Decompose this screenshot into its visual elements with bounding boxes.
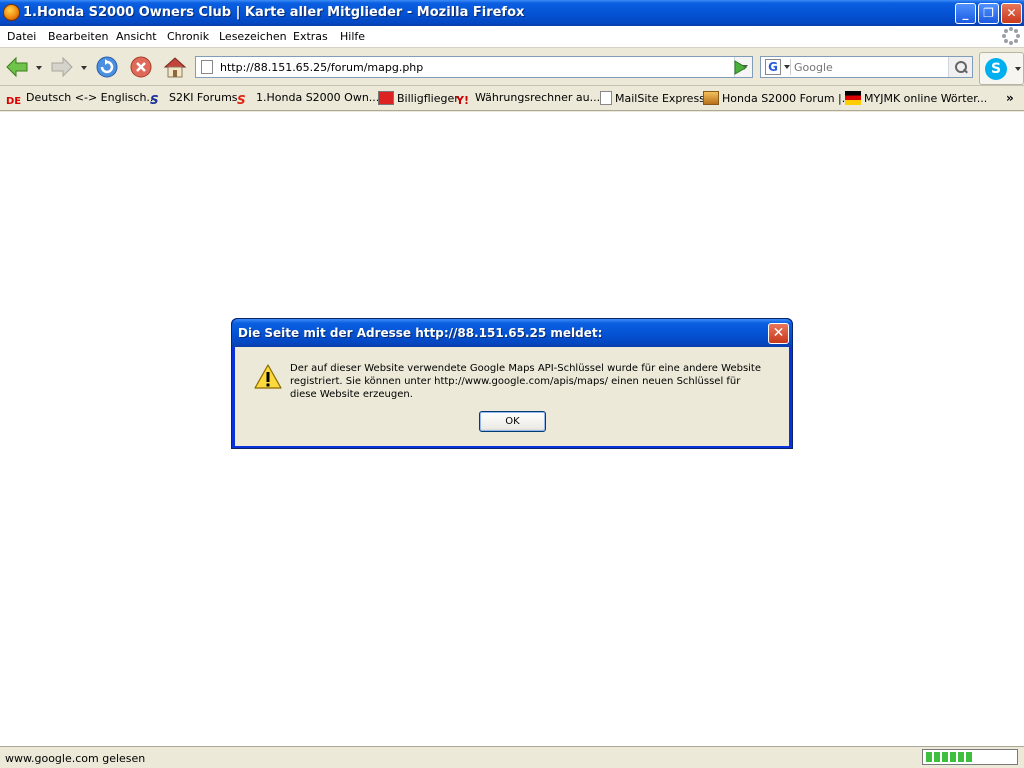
menu-ansicht[interactable]: Ansicht — [116, 30, 157, 43]
alert-dialog: Die Seite mit der Adresse http://88.151.… — [231, 318, 793, 449]
status-text: www.google.com gelesen — [5, 752, 146, 765]
go-icon[interactable] — [730, 58, 750, 77]
bookmark-item[interactable]: Y! Währungsrechner au... — [456, 91, 600, 107]
bookmarks-overflow-button[interactable]: » — [1006, 91, 1014, 105]
reload-icon[interactable] — [95, 55, 119, 79]
page-favicon-icon — [201, 60, 213, 74]
progress-segment — [950, 752, 956, 762]
menu-bearbeiten[interactable]: Bearbeiten — [48, 30, 108, 43]
progress-segment — [926, 752, 932, 762]
skype-toolbar-button[interactable]: S — [979, 52, 1024, 85]
billigflieger-icon — [378, 91, 394, 105]
menu-extras[interactable]: Extras — [293, 30, 328, 43]
bookmarks-toolbar: DE Deutsch <-> Englisch... S S2KI Forums S… — [0, 86, 1024, 111]
search-bar: G — [760, 56, 973, 78]
search-engine-selector[interactable]: G — [763, 59, 791, 75]
progress-segment — [942, 752, 948, 762]
progress-segment — [966, 752, 972, 762]
s2ki-logo-icon: S — [150, 93, 159, 107]
close-window-button[interactable]: ✕ — [1001, 3, 1022, 24]
throbber-icon — [1002, 27, 1020, 45]
search-input[interactable] — [794, 59, 946, 75]
bookmark-item[interactable]: MYJMK online Wörter... — [845, 91, 987, 107]
window-title: 1.Honda S2000 Owners Club | Karte aller … — [23, 5, 525, 20]
skype-icon: S — [985, 58, 1007, 80]
s2000-logo-icon: S — [237, 93, 246, 107]
dialog-body: Der auf dieser Website verwendete Google… — [235, 347, 789, 446]
back-history-dropdown-icon[interactable] — [36, 66, 42, 70]
bookmark-item[interactable]: DE Deutsch <-> Englisch... — [6, 91, 157, 107]
menu-chronik[interactable]: Chronik — [167, 30, 209, 43]
home-icon[interactable] — [163, 55, 187, 79]
window-titlebar: 1.Honda S2000 Owners Club | Karte aller … — [0, 0, 1024, 26]
status-bar: www.google.com gelesen — [0, 746, 1024, 768]
search-icon[interactable] — [948, 57, 972, 77]
url-text[interactable]: http://88.151.65.25/forum/mapg.php — [220, 61, 423, 74]
progress-segment — [958, 752, 964, 762]
bookmark-item[interactable]: Honda S2000 Forum |... — [703, 91, 852, 107]
menu-lesezeichen[interactable]: Lesezeichen — [219, 30, 287, 43]
chevron-down-icon — [1015, 67, 1021, 71]
dialog-title: Die Seite mit der Adresse http://88.151.… — [238, 326, 603, 340]
bookmark-item[interactable]: MailSite Express — [600, 91, 705, 107]
bookmark-item[interactable]: S 1.Honda S2000 Own... — [237, 91, 379, 107]
back-icon[interactable] — [5, 55, 29, 79]
menu-datei[interactable]: Datei — [7, 30, 36, 43]
address-bar[interactable]: http://88.151.65.25/forum/mapg.php — [195, 56, 753, 78]
de-flag-icon: DE — [6, 96, 22, 107]
progress-segment — [934, 752, 940, 762]
honda-forum-icon — [703, 91, 719, 105]
german-flag-icon — [845, 91, 861, 105]
firefox-icon — [3, 4, 20, 21]
bookmark-item[interactable]: S S2KI Forums — [150, 91, 238, 107]
progress-bar — [922, 749, 1018, 765]
menu-bar: Datei Bearbeiten Ansicht Chronik Lesezei… — [0, 26, 1024, 48]
menu-hilfe[interactable]: Hilfe — [340, 30, 365, 43]
minimize-button[interactable]: _ — [955, 3, 976, 24]
forward-icon[interactable] — [50, 55, 74, 79]
ok-button[interactable]: OK — [479, 411, 546, 432]
stop-icon[interactable] — [129, 55, 153, 79]
dialog-close-button[interactable]: ✕ — [768, 323, 789, 344]
chevron-down-icon — [784, 65, 790, 69]
bookmark-item[interactable]: Billigflieger — [378, 91, 459, 107]
google-icon: G — [765, 59, 781, 75]
dialog-titlebar: Die Seite mit der Adresse http://88.151.… — [232, 319, 792, 347]
page-icon — [600, 91, 612, 105]
dialog-message: Der auf dieser Website verwendete Google… — [290, 363, 762, 400]
forward-history-dropdown-icon[interactable] — [81, 66, 87, 70]
maximize-button[interactable]: ❐ — [978, 3, 999, 24]
yahoo-icon: Y! — [456, 94, 469, 107]
